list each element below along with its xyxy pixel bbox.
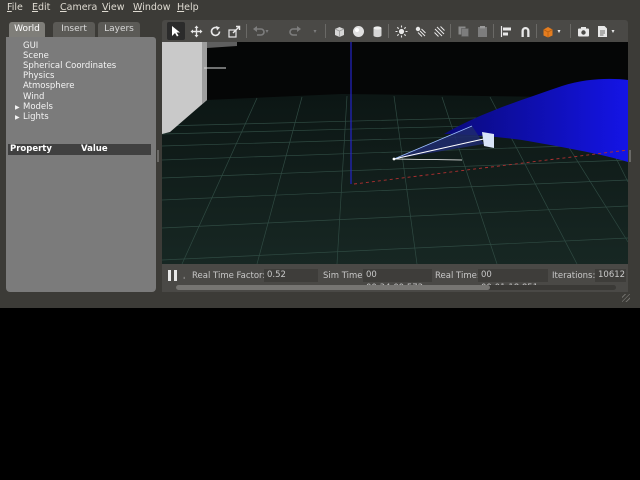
toolbar-divider xyxy=(536,24,537,38)
scale-icon[interactable] xyxy=(225,22,243,40)
chevron-down-icon[interactable]: ▾ xyxy=(609,22,617,40)
iterations-label: Iterations: xyxy=(552,271,596,281)
toolbar-divider xyxy=(493,24,494,38)
menu-view[interactable]: View xyxy=(102,2,125,13)
expand-arrow-icon[interactable]: ▶ xyxy=(15,114,20,121)
toolbar: ▾ ▾ ▾ ▾ xyxy=(162,20,628,42)
pause-icon[interactable] xyxy=(168,270,177,281)
scrollbar-thumb[interactable] xyxy=(176,285,490,290)
tree-item-scene[interactable]: Scene xyxy=(23,51,49,61)
tree-item-atmosphere[interactable]: Atmosphere xyxy=(23,81,74,91)
toolbar-divider xyxy=(325,24,326,38)
tree-item-lights[interactable]: Lights xyxy=(23,112,49,122)
menu-camera[interactable]: Camera xyxy=(60,2,97,13)
horizontal-scrollbar[interactable] xyxy=(176,285,616,290)
step-dot-icon[interactable]: ˌ xyxy=(183,271,185,280)
property-column-header: Property xyxy=(10,144,52,154)
tree-item-wind[interactable]: Wind xyxy=(23,92,44,102)
panel-splitter-handle[interactable] xyxy=(629,150,631,162)
menu-window[interactable]: Window xyxy=(133,2,170,13)
wall-model-side xyxy=(202,42,207,104)
tree-item-gui[interactable]: GUI xyxy=(23,41,38,51)
box-shape-icon[interactable] xyxy=(330,22,348,40)
scene-viewport[interactable] xyxy=(162,42,628,264)
sim-time-value: 00 00:34:09.572 xyxy=(363,269,432,293)
sim-time-label: Sim Time: xyxy=(323,271,366,281)
real-time-value: 00 00:01:18.851 xyxy=(478,269,548,293)
chevron-down-icon[interactable]: ▾ xyxy=(311,22,319,40)
iterations-value: 10612 xyxy=(595,269,626,282)
panel-splitter-handle[interactable] xyxy=(157,150,159,162)
toolbar-divider xyxy=(450,24,451,38)
tree-item-physics[interactable]: Physics xyxy=(23,71,54,81)
status-bar: ˌ Real Time Factor: 0.52 Sim Time: 00 00… xyxy=(162,264,628,293)
left-panel: World Insert Layers GUI Scene Spherical … xyxy=(6,20,156,292)
world-tree-panel: GUI Scene Spherical Coordinates Physics … xyxy=(6,37,156,292)
directional-light-icon[interactable] xyxy=(430,22,448,40)
toolbar-divider xyxy=(388,24,389,38)
chevron-down-icon[interactable]: ▾ xyxy=(263,22,271,40)
tree-item-models[interactable]: Models xyxy=(23,102,53,112)
property-table-header: Property Value xyxy=(8,144,151,155)
real-time-factor-label: Real Time Factor: xyxy=(192,271,266,281)
cylinder-shape-icon[interactable] xyxy=(368,22,386,40)
toolbar-divider xyxy=(246,24,247,38)
align-icon[interactable] xyxy=(497,22,515,40)
chevron-down-icon[interactable]: ▾ xyxy=(555,22,563,40)
paste-icon[interactable] xyxy=(473,22,491,40)
resize-grip-icon[interactable] xyxy=(622,294,630,302)
tab-layers[interactable]: Layers xyxy=(98,22,140,37)
toolbar-divider xyxy=(570,24,571,38)
tab-insert[interactable]: Insert xyxy=(53,22,95,37)
select-arrow-icon[interactable] xyxy=(167,22,185,40)
scene-render xyxy=(162,42,628,264)
menu-edit[interactable]: Edit xyxy=(32,2,50,13)
menu-bar: File Edit Camera View Window Help xyxy=(0,0,640,16)
spot-light-icon[interactable] xyxy=(411,22,429,40)
redo-icon[interactable] xyxy=(286,22,304,40)
menu-help[interactable]: Help xyxy=(177,2,199,13)
screenshot-icon[interactable] xyxy=(574,22,592,40)
tree-item-spherical-coordinates[interactable]: Spherical Coordinates xyxy=(23,61,116,71)
point-light-icon[interactable] xyxy=(392,22,410,40)
gazebo-window: File Edit Camera View Window Help World … xyxy=(0,0,640,308)
tab-world[interactable]: World xyxy=(9,22,45,37)
real-time-label: Real Time: xyxy=(435,271,480,281)
translate-icon[interactable] xyxy=(187,22,205,40)
expand-arrow-icon[interactable]: ▶ xyxy=(15,104,20,111)
snap-magnet-icon[interactable] xyxy=(516,22,534,40)
rotate-icon[interactable] xyxy=(206,22,224,40)
value-column-header: Value xyxy=(81,144,108,154)
copy-icon[interactable] xyxy=(454,22,472,40)
real-time-factor-value: 0.52 xyxy=(264,269,318,282)
sphere-shape-icon[interactable] xyxy=(349,22,367,40)
menu-file[interactable]: File xyxy=(7,2,23,13)
